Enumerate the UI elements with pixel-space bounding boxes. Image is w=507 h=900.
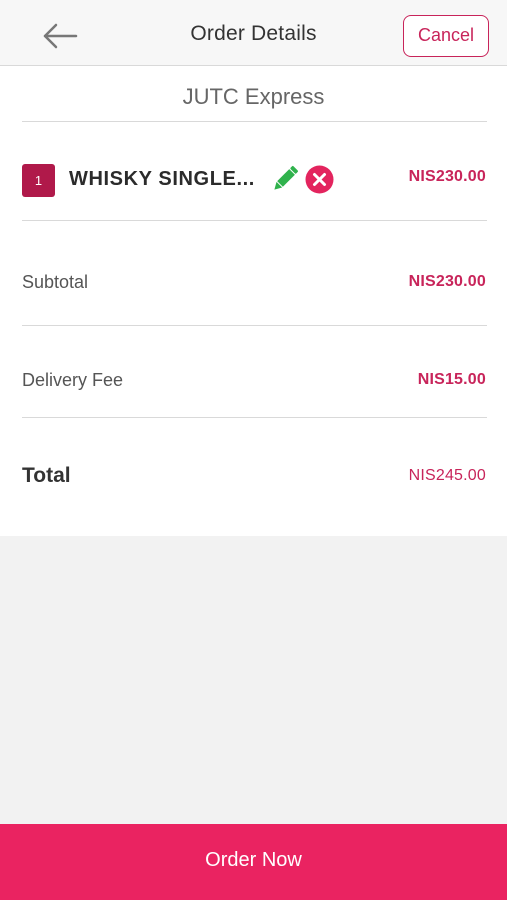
close-circle-icon xyxy=(305,165,334,194)
pencil-icon xyxy=(274,165,299,190)
header-bar: Order Details Cancel xyxy=(0,0,507,66)
item-price: NIS230.00 xyxy=(408,168,486,185)
item-name: WHISKY SINGLE... xyxy=(69,168,255,190)
divider xyxy=(22,417,487,418)
total-value: NIS245.00 xyxy=(408,467,486,484)
divider xyxy=(22,121,487,122)
order-now-button[interactable]: Order Now xyxy=(0,824,507,900)
remove-item-button[interactable] xyxy=(305,165,334,194)
delivery-fee-label: Delivery Fee xyxy=(22,370,124,390)
edit-item-button[interactable] xyxy=(269,163,301,195)
divider xyxy=(22,220,487,221)
delivery-fee-value: NIS15.00 xyxy=(417,371,486,388)
order-summary-card: JUTC Express 1 WHISKY SINGLE... NIS230.0… xyxy=(0,66,507,536)
divider xyxy=(22,325,487,326)
store-name: JUTC Express xyxy=(182,84,325,109)
subtotal-label: Subtotal xyxy=(22,272,89,292)
total-label: Total xyxy=(22,464,71,487)
order-details-screen: Order Details Cancel JUTC Express 1 WHIS… xyxy=(0,0,507,900)
quantity-badge: 1 xyxy=(22,164,55,197)
cancel-button[interactable]: Cancel xyxy=(403,15,489,57)
subtotal-value: NIS230.00 xyxy=(408,273,486,290)
